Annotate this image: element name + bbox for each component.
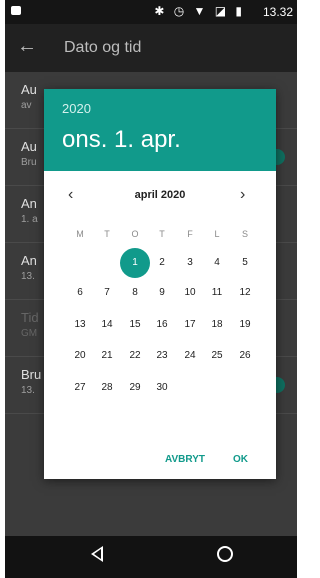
settings-row-title: An [21, 253, 37, 268]
weekday-label: M [76, 229, 84, 239]
calendar-day[interactable]: 25 [203, 342, 231, 370]
calendar-day[interactable]: 27 [66, 374, 94, 402]
app-bar: ← Dato og tid [5, 24, 297, 72]
navigation-bar [5, 536, 297, 578]
weekday-label: T [104, 229, 110, 239]
status-bar: ✱ ◷ ▼ ◪ ▮ 13.32 [5, 0, 297, 24]
calendar-day[interactable]: 15 [121, 311, 149, 339]
chevron-right-icon[interactable]: › [240, 186, 245, 204]
calendar-day[interactable]: 14 [93, 311, 121, 339]
date-picker-dialog: 2020 ons. 1. apr. ‹ april 2020 › MTOTFLS… [44, 89, 276, 479]
settings-row-title: Au [21, 139, 37, 154]
settings-row-subtitle: GM [21, 328, 38, 339]
phone-screen: ✱ ◷ ▼ ◪ ▮ 13.32 ← Dato og tid Au av Au B… [5, 0, 297, 578]
weekday-label: T [159, 229, 165, 239]
settings-row-title: Tid [21, 310, 39, 325]
weekday-label: O [131, 229, 139, 239]
weekday-label: S [241, 229, 248, 239]
ok-button[interactable]: OK [233, 454, 248, 465]
calendar-day[interactable]: 21 [93, 342, 121, 370]
calendar-day[interactable]: 7 [93, 279, 121, 307]
calendar-day[interactable]: 8 [121, 279, 149, 307]
calendar-day[interactable]: 18 [203, 311, 231, 339]
weekday-label: L [214, 229, 220, 239]
calendar-day[interactable]: 9 [148, 279, 176, 307]
notification-icon [11, 6, 21, 15]
settings-row-subtitle: 13. [21, 385, 35, 396]
calendar-day[interactable]: 19 [231, 311, 259, 339]
cancel-button[interactable]: AVBRYT [165, 454, 205, 465]
selected-year[interactable]: 2020 [62, 101, 91, 116]
calendar-day[interactable]: 10 [176, 279, 204, 307]
calendar-day[interactable]: 23 [148, 342, 176, 370]
calendar-day[interactable]: 28 [93, 374, 121, 402]
calendar-day[interactable]: 5 [231, 249, 259, 277]
settings-row-subtitle: 13. [21, 271, 35, 282]
status-time: 13.32 [262, 5, 293, 19]
settings-row-title: Bru [21, 367, 42, 382]
page-title: Dato og tid [64, 39, 142, 56]
calendar-day[interactable]: 26 [231, 342, 259, 370]
calendar-day[interactable]: 11 [203, 279, 231, 307]
back-arrow-icon[interactable]: ← [17, 36, 37, 56]
calendar-day[interactable]: 22 [121, 342, 149, 370]
calendar-day-selected[interactable]: 1 [120, 248, 150, 278]
calendar-day[interactable]: 12 [231, 279, 259, 307]
settings-row-title: An [21, 196, 37, 211]
status-icons: ✱ ◷ ▼ ◪ ▮ [154, 4, 245, 18]
weekday-label: F [187, 229, 193, 239]
settings-row-subtitle: Bru [21, 157, 37, 168]
calendar-day[interactable]: 2 [148, 249, 176, 277]
settings-row-subtitle: 1. a [21, 214, 38, 225]
calendar-day[interactable]: 3 [176, 249, 204, 277]
calendar-day[interactable]: 30 [148, 374, 176, 402]
settings-row-title: Au [21, 82, 37, 97]
calendar-day[interactable]: 4 [203, 249, 231, 277]
calendar-day[interactable]: 16 [148, 311, 176, 339]
calendar-day[interactable]: 20 [66, 342, 94, 370]
nav-home-icon[interactable] [217, 546, 233, 562]
calendar-day[interactable]: 13 [66, 311, 94, 339]
calendar-day[interactable]: 24 [176, 342, 204, 370]
calendar-day[interactable]: 6 [66, 279, 94, 307]
selected-date[interactable]: ons. 1. apr. [62, 126, 181, 154]
settings-row-subtitle: av [21, 100, 32, 111]
calendar-day[interactable]: 29 [121, 374, 149, 402]
dialog-header: 2020 ons. 1. apr. [44, 89, 276, 171]
calendar-day[interactable]: 17 [176, 311, 204, 339]
nav-back-icon[interactable] [91, 546, 103, 562]
